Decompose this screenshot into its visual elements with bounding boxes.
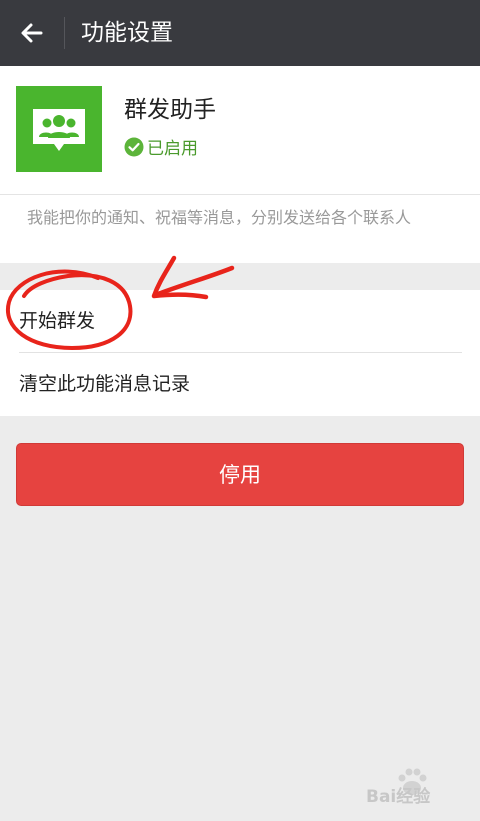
topbar-divider: [64, 17, 65, 49]
menu-item-label: 开始群发: [19, 310, 96, 332]
top-bar: 功能设置: [0, 0, 480, 66]
app-name: 群发助手: [124, 97, 216, 123]
disable-button[interactable]: 停用: [16, 443, 464, 506]
back-button[interactable]: [10, 11, 54, 55]
start-broadcast-item[interactable]: 开始群发: [0, 290, 480, 352]
description-section: 我能把你的通知、祝福等消息，分别发送给各个联系人: [0, 194, 480, 263]
description-text: 我能把你的通知、祝福等消息，分别发送给各个联系人: [27, 208, 412, 227]
status-badge: 已启用: [124, 134, 198, 159]
app-icon: [16, 86, 102, 172]
menu-section: 开始群发 清空此功能消息记录: [0, 290, 480, 416]
app-card: 群发助手 已启用: [0, 66, 480, 194]
check-circle-icon: [124, 137, 144, 156]
watermark-text: Bai经验: [366, 787, 431, 807]
arrow-left-icon: [21, 23, 43, 43]
status-text: 已启用: [147, 139, 198, 159]
menu-item-label: 清空此功能消息记录: [19, 373, 191, 395]
page-title: 功能设置: [81, 20, 173, 46]
group-message-icon: [33, 109, 85, 151]
watermark: Bai经验: [366, 768, 466, 808]
clear-records-item[interactable]: 清空此功能消息记录: [0, 353, 480, 415]
